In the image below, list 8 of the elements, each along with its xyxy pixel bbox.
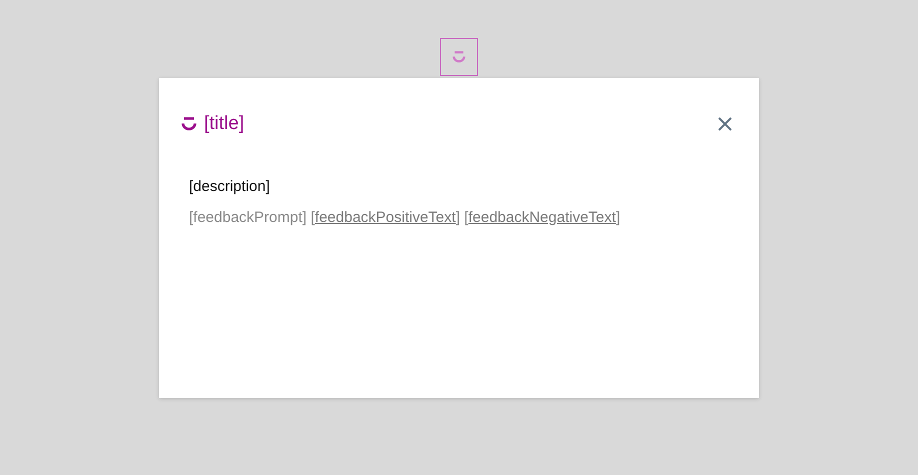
smile-icon: [452, 51, 466, 63]
feedback-line: [feedbackPrompt] [feedbackPositiveText] [feedbackNegativeText]: [189, 209, 622, 226]
close-icon: [717, 116, 733, 132]
description-text: [description]: [189, 178, 271, 195]
dialog-title: [title]: [204, 113, 244, 135]
feedback-link[interactable]: feedbackNegativeText: [468, 209, 616, 226]
feedback-link[interactable]: feedbackPositiveText: [314, 209, 456, 226]
smile-icon: [181, 117, 197, 131]
